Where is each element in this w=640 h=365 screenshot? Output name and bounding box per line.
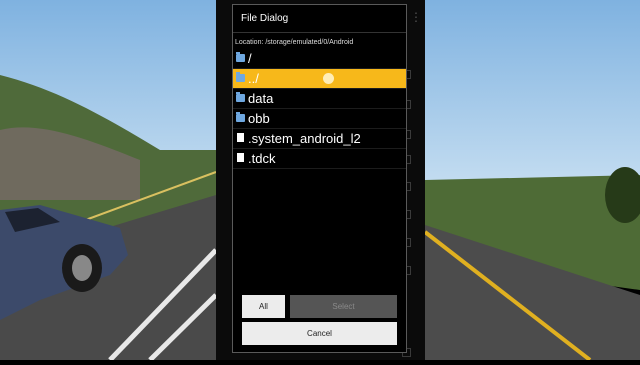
file-row-system-android[interactable]: .system_android_l2 bbox=[233, 129, 406, 149]
file-icon bbox=[237, 133, 244, 142]
file-name: .system_android_l2 bbox=[248, 131, 361, 146]
divider bbox=[233, 32, 406, 33]
file-name: obb bbox=[248, 111, 270, 126]
file-row-tdck[interactable]: .tdck bbox=[233, 149, 406, 169]
file-name: / bbox=[248, 51, 252, 66]
file-row-root[interactable]: / bbox=[233, 49, 406, 69]
file-row-parent[interactable]: ../ bbox=[233, 69, 406, 89]
overflow-menu-icon: ⋮ bbox=[410, 10, 422, 24]
file-row-data[interactable]: data bbox=[233, 89, 406, 109]
folder-icon bbox=[236, 92, 245, 102]
file-row-obb[interactable]: obb bbox=[233, 109, 406, 129]
file-name: data bbox=[248, 91, 274, 106]
touch-indicator bbox=[323, 73, 334, 84]
file-list: / ../ data obb .system_android_l2 .tdck bbox=[233, 49, 406, 169]
cancel-button[interactable]: Cancel bbox=[242, 322, 397, 345]
folder-icon bbox=[236, 112, 245, 122]
select-button[interactable]: Select bbox=[290, 295, 397, 318]
file-name: ../ bbox=[248, 71, 259, 86]
folder-icon bbox=[236, 52, 245, 62]
folder-icon bbox=[236, 72, 245, 82]
all-button[interactable]: All bbox=[242, 295, 285, 318]
file-icon bbox=[237, 153, 244, 162]
location-path: Location: /storage/emulated/0/Android bbox=[235, 39, 354, 46]
file-name: .tdck bbox=[248, 151, 276, 166]
dialog-title: File Dialog bbox=[241, 13, 289, 24]
